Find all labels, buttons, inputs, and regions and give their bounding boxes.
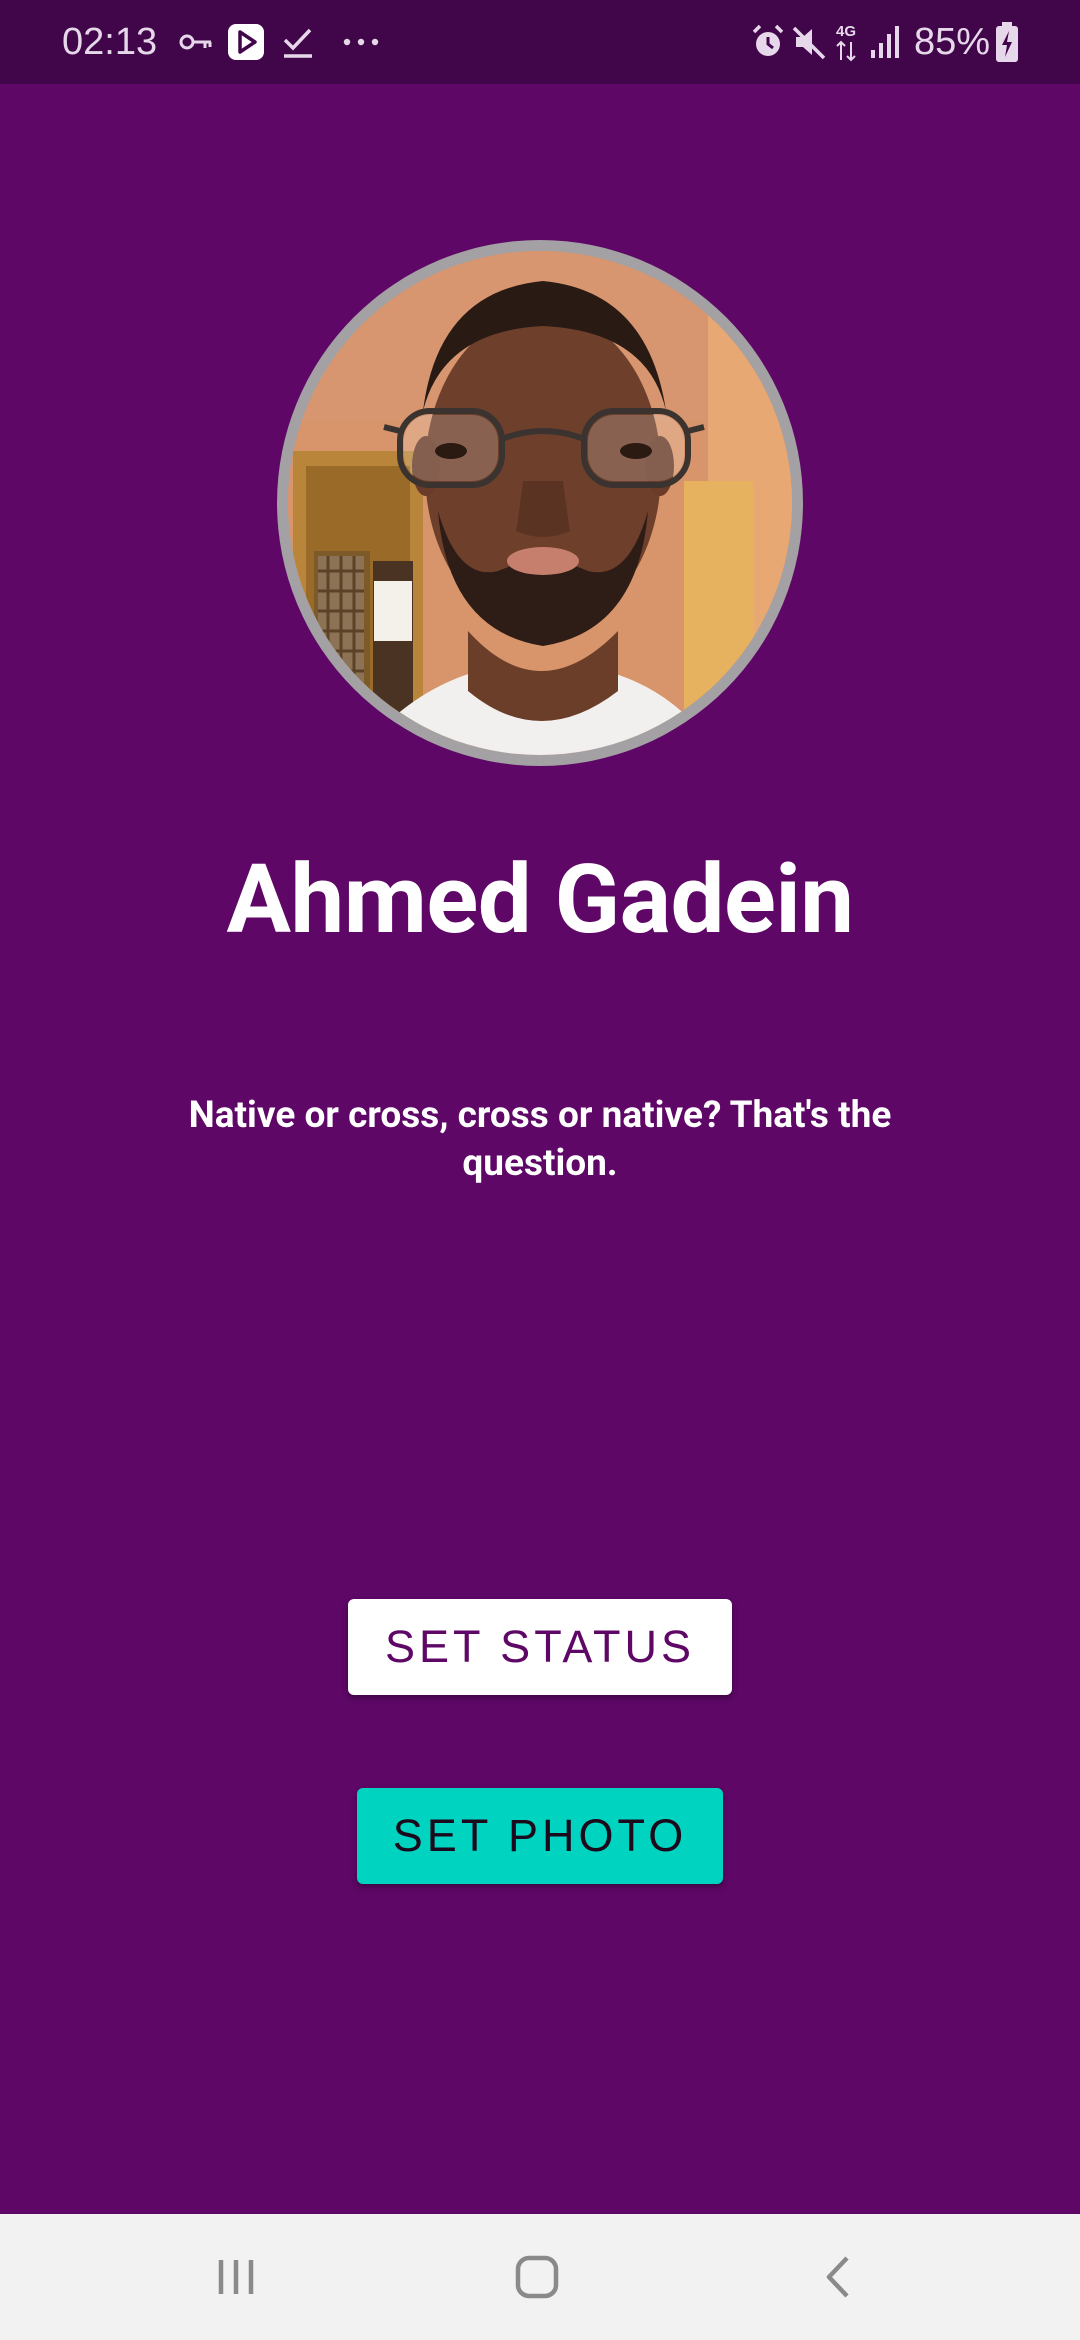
recents-icon [218,2260,254,2294]
set-photo-button[interactable]: SET PHOTO [357,1788,723,1884]
profile-photo [288,251,792,755]
mute-icon [792,26,826,60]
recents-button[interactable] [136,2214,336,2340]
battery-percent: 85% [914,21,991,63]
navigation-bar [0,2214,1080,2340]
battery-charging-icon [996,22,1018,62]
profile-avatar[interactable] [277,240,803,766]
more-dots-icon [343,38,379,46]
status-bar: 02:13 4G 85% [0,0,1080,84]
alarm-icon [752,24,784,56]
svg-text:4G: 4G [836,23,856,40]
profile-status: Native or cross, cross or native? That's… [188,1094,892,1185]
back-button[interactable] [740,2214,940,2340]
set-status-button[interactable]: SET STATUS [348,1599,732,1695]
play-store-icon [228,24,264,60]
back-icon [826,2256,849,2298]
profile-photo-illustration [288,251,792,755]
vpn-key-icon [179,34,212,50]
signal-icon [871,26,899,58]
home-icon [515,2255,559,2299]
checkmark-icon [283,28,312,58]
network-4g-icon: 4G [836,23,856,62]
status-bar-time: 02:13 [62,21,158,63]
profile-name: Ahmed Gadein [226,844,854,956]
home-button[interactable] [437,2214,637,2340]
